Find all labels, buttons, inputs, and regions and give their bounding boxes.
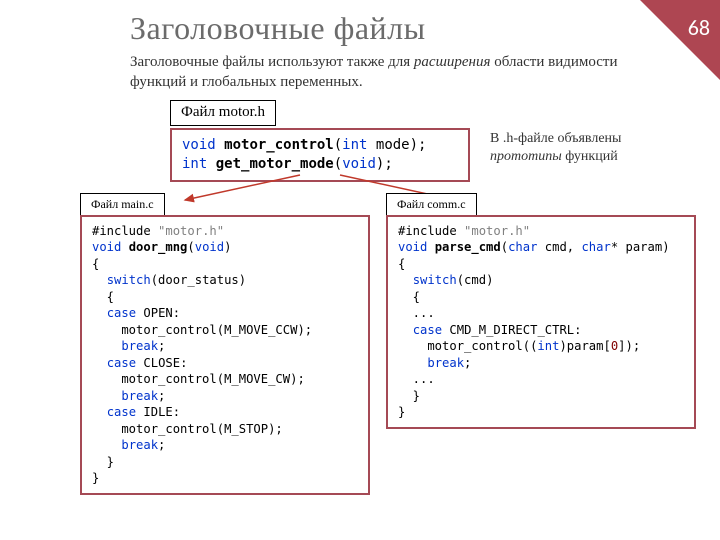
code-main-c: #include "motor.h" void door_mng(void) {…: [80, 215, 370, 495]
c: :: [173, 306, 180, 320]
c: [92, 306, 107, 320]
kw: switch: [413, 273, 457, 287]
c: motor_control(M_MOVE_CCW);: [92, 323, 312, 337]
c: ;: [158, 339, 165, 353]
kw: int: [342, 137, 367, 153]
label-main-c: Файл main.c: [80, 193, 165, 217]
kw: void: [182, 137, 216, 153]
fn: motor_control: [224, 137, 334, 153]
c: [92, 339, 121, 353]
c: }: [398, 405, 405, 419]
slide-title: Заголовочные файлы: [130, 10, 426, 47]
kw: void: [342, 156, 376, 172]
note-t1: В .h-файле объявлены: [490, 131, 621, 146]
c: {: [92, 290, 114, 304]
label-motor-h: Файл motor.h: [170, 100, 276, 126]
c: }: [92, 455, 114, 469]
kw: void: [398, 240, 435, 254]
id: IDLE: [143, 405, 172, 419]
subtitle-emph: расширения: [414, 54, 491, 70]
c: ]);: [618, 339, 640, 353]
c: ;: [158, 389, 165, 403]
id: CLOSE: [143, 356, 180, 370]
str: "motor.h": [158, 224, 224, 238]
c: }: [92, 471, 99, 485]
c: (door_status): [151, 273, 246, 287]
c: :: [173, 405, 180, 419]
c: {: [398, 257, 405, 271]
c: [92, 389, 121, 403]
kw: break: [427, 356, 464, 370]
str: "motor.h": [464, 224, 530, 238]
c: (: [334, 156, 342, 172]
c: motor_control((: [398, 339, 537, 353]
kw: void: [92, 240, 129, 254]
c: (: [501, 240, 508, 254]
kw: case: [107, 356, 136, 370]
kw: void: [195, 240, 224, 254]
c: ...: [398, 306, 435, 320]
kw: case: [413, 323, 442, 337]
note-prototypes: В .h-файле объявлены прототипы функций: [490, 130, 690, 166]
kw: switch: [107, 273, 151, 287]
note-em: прототипы: [490, 149, 562, 164]
c: :: [574, 323, 581, 337]
code-comm-c: #include "motor.h" void parse_cmd(char c…: [386, 215, 696, 429]
c: [92, 438, 121, 452]
c: (cmd): [457, 273, 494, 287]
c: (: [334, 137, 342, 153]
fn: get_motor_mode: [216, 156, 334, 172]
kw: case: [107, 405, 136, 419]
c: ...: [398, 372, 435, 386]
kw: break: [121, 438, 158, 452]
c: :: [180, 356, 187, 370]
kw: break: [121, 389, 158, 403]
c: motor_control(M_STOP);: [92, 422, 283, 436]
c: [398, 273, 413, 287]
c: {: [92, 257, 99, 271]
fn: parse_cmd: [435, 240, 501, 254]
c: }: [398, 389, 420, 403]
c: (: [187, 240, 194, 254]
page-number: 68: [688, 14, 710, 41]
c: {: [398, 290, 420, 304]
code-motor-h: void motor_control(int mode); int get_mo…: [170, 128, 470, 182]
c: mode);: [367, 137, 426, 153]
kw: int: [537, 339, 559, 353]
c: ;: [158, 438, 165, 452]
slide-subtitle: Заголовочные файлы используют также для …: [130, 52, 640, 93]
c: * param): [611, 240, 670, 254]
fn: door_mng: [129, 240, 188, 254]
subtitle-text1: Заголовочные файлы используют также для: [130, 54, 414, 70]
kw: char: [581, 240, 610, 254]
kw: break: [121, 339, 158, 353]
c: ): [224, 240, 231, 254]
c: [92, 356, 107, 370]
c: [398, 356, 427, 370]
c: [92, 405, 107, 419]
c: ;: [464, 356, 471, 370]
c: )param[: [559, 339, 610, 353]
kw: char: [508, 240, 537, 254]
c: );: [376, 156, 393, 172]
label-comm-c: Файл comm.c: [386, 193, 477, 217]
c: [92, 273, 107, 287]
kw: int: [182, 156, 207, 172]
c: [398, 323, 413, 337]
id: OPEN: [143, 306, 172, 320]
c: motor_control(M_MOVE_CW);: [92, 372, 305, 386]
id: CMD_M_DIRECT_CTRL: [449, 323, 574, 337]
note-t2: функций: [562, 149, 618, 164]
c: #include: [398, 224, 464, 238]
c: cmd,: [537, 240, 581, 254]
c: #include: [92, 224, 158, 238]
kw: case: [107, 306, 136, 320]
